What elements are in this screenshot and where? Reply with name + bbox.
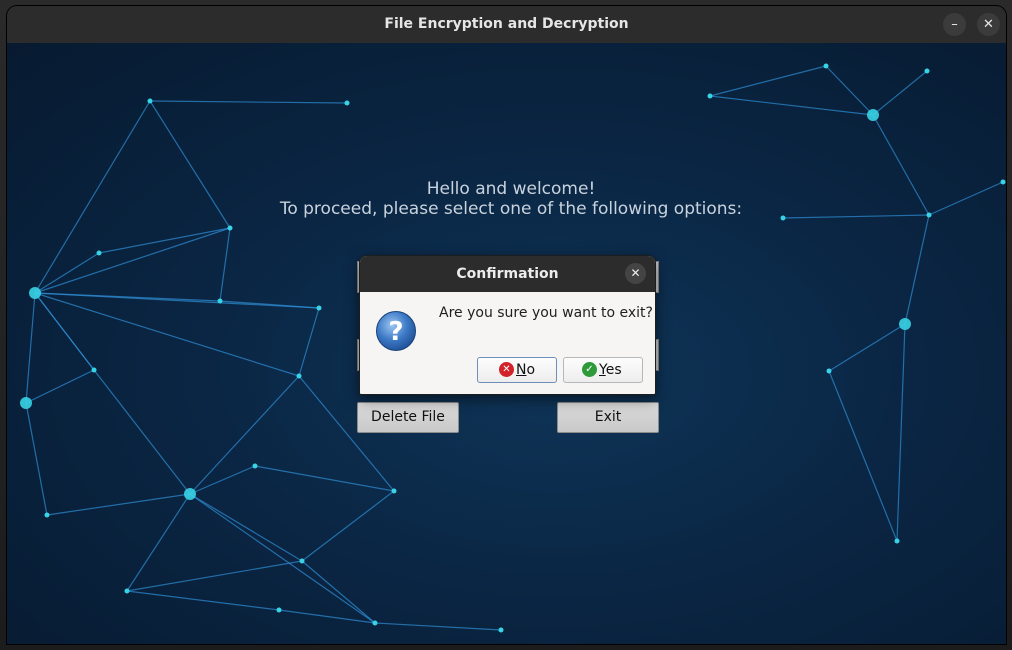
network-line bbox=[34, 227, 231, 294]
dialog-close-button[interactable]: ✕ bbox=[625, 263, 646, 284]
exit-button[interactable]: Exit bbox=[557, 402, 659, 433]
network-line bbox=[93, 369, 191, 495]
question-icon: ? bbox=[376, 311, 416, 351]
no-button[interactable]: ✕ No bbox=[477, 357, 557, 383]
close-icon: ✕ bbox=[630, 266, 641, 280]
dialog-message: Are you sure you want to exit? bbox=[439, 305, 653, 321]
network-node bbox=[823, 63, 829, 69]
network-node bbox=[29, 287, 41, 299]
network-line bbox=[46, 493, 191, 516]
network-node bbox=[867, 109, 879, 121]
network-line bbox=[278, 609, 376, 624]
no-button-label: No bbox=[516, 362, 536, 378]
minimize-icon: – bbox=[951, 17, 958, 32]
network-node bbox=[826, 368, 832, 374]
network-node bbox=[184, 488, 196, 500]
network-line bbox=[189, 493, 303, 562]
network-node bbox=[391, 488, 397, 494]
svg-text:?: ? bbox=[388, 317, 403, 347]
welcome-instruction: To proceed, please select one of the fol… bbox=[279, 199, 743, 219]
network-line bbox=[189, 375, 300, 495]
network-node bbox=[276, 607, 282, 613]
network-line bbox=[828, 370, 898, 542]
network-line bbox=[896, 323, 906, 542]
network-line bbox=[301, 490, 395, 562]
network-node bbox=[372, 620, 378, 626]
network-line bbox=[149, 100, 348, 104]
network-line bbox=[254, 465, 395, 492]
network-line bbox=[219, 227, 231, 302]
network-node bbox=[124, 588, 130, 594]
network-node bbox=[894, 538, 900, 544]
network-line bbox=[25, 292, 36, 404]
network-line bbox=[374, 622, 502, 631]
network-line bbox=[126, 560, 303, 592]
network-line bbox=[34, 292, 320, 309]
network-node bbox=[217, 298, 223, 304]
network-node bbox=[498, 627, 504, 633]
network-node bbox=[44, 512, 50, 518]
network-node bbox=[91, 367, 97, 373]
network-node bbox=[227, 225, 233, 231]
network-node bbox=[316, 305, 322, 311]
network-line bbox=[189, 465, 256, 495]
network-line bbox=[126, 493, 191, 592]
network-node bbox=[924, 68, 930, 74]
network-line bbox=[709, 95, 874, 116]
network-node bbox=[299, 558, 305, 564]
network-node bbox=[344, 100, 350, 106]
network-line bbox=[828, 323, 906, 372]
network-node bbox=[899, 318, 911, 330]
network-line bbox=[126, 590, 280, 611]
network-line bbox=[25, 369, 95, 404]
yes-button-label: Yes bbox=[599, 362, 622, 378]
close-icon: ✕ bbox=[983, 17, 994, 32]
network-line bbox=[25, 402, 48, 516]
network-node bbox=[96, 250, 102, 256]
confirmation-dialog: Confirmation ✕ ? Are you sure you want t… bbox=[359, 255, 656, 395]
network-line bbox=[219, 300, 320, 309]
delete-file-button[interactable]: Delete File bbox=[357, 402, 459, 433]
network-line bbox=[189, 493, 376, 624]
checkmark-icon: ✓ bbox=[582, 362, 597, 377]
dialog-title: Confirmation bbox=[456, 266, 559, 282]
network-line bbox=[298, 307, 320, 377]
network-line bbox=[34, 292, 95, 371]
network-node bbox=[296, 373, 302, 379]
network-line bbox=[301, 560, 376, 624]
network-line bbox=[34, 252, 100, 294]
title-bar[interactable]: File Encryption and Decryption – ✕ bbox=[7, 6, 1006, 44]
network-line bbox=[904, 214, 930, 325]
network-line bbox=[825, 65, 874, 116]
window-close-button[interactable]: ✕ bbox=[977, 13, 1000, 36]
minimize-button[interactable]: – bbox=[943, 13, 966, 36]
network-node bbox=[20, 397, 32, 409]
yes-button[interactable]: ✓ Yes bbox=[563, 357, 643, 383]
window-title: File Encryption and Decryption bbox=[384, 16, 629, 32]
welcome-heading: Hello and welcome! bbox=[426, 179, 596, 199]
dialog-title-bar[interactable]: Confirmation ✕ bbox=[360, 256, 655, 292]
network-line bbox=[709, 65, 827, 97]
network-line bbox=[872, 70, 928, 116]
network-node bbox=[147, 98, 153, 104]
cancel-x-icon: ✕ bbox=[499, 362, 514, 377]
network-node bbox=[707, 93, 713, 99]
network-node bbox=[252, 463, 258, 469]
